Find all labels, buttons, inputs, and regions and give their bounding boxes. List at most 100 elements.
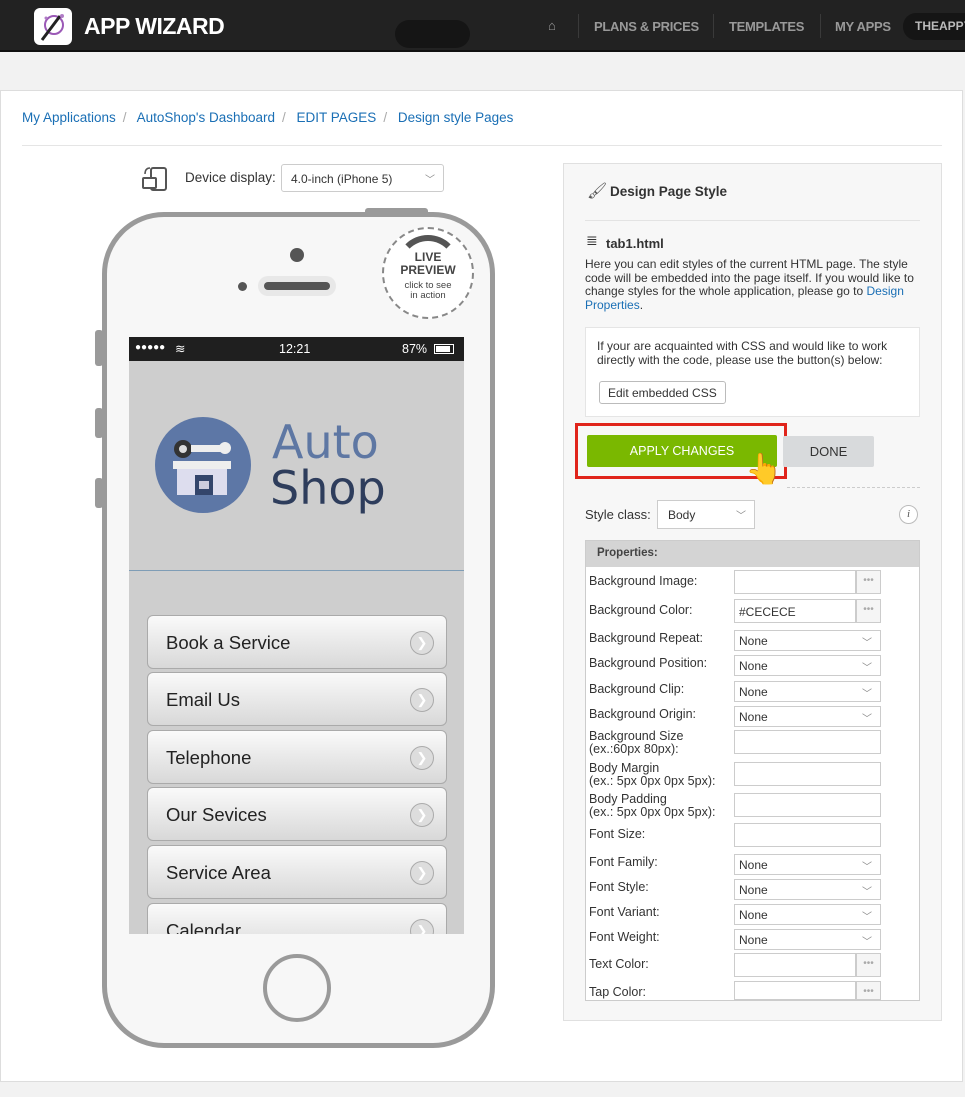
property-select[interactable]: None ﹀ (734, 706, 881, 727)
css-brush-icon: 🖌 (587, 183, 608, 200)
property-label: Background Size (ex.:60px 80px): (589, 729, 684, 756)
app-name[interactable]: APP WIZARD (84, 13, 225, 40)
property-select[interactable]: None ﹀ (734, 681, 881, 702)
property-input[interactable] (734, 981, 856, 1000)
edit-embedded-css-button[interactable]: Edit embedded CSS (599, 381, 726, 404)
chevron-right-icon: ❯ (410, 803, 434, 827)
breadcrumb-design-style-pages[interactable]: Design style Pages (398, 110, 514, 125)
property-label: Background Color: (589, 603, 693, 617)
property-input[interactable]: #CECECE (734, 599, 856, 623)
top-navbar: APP WIZARD ⌂ PLANS & PRICES TEMPLATES MY… (0, 0, 965, 52)
phone-speaker (258, 276, 336, 296)
property-input[interactable] (734, 793, 881, 817)
device-display-value: 4.0-inch (iPhone 5) (291, 172, 393, 186)
menu-service-area[interactable]: Service Area ❯ (147, 845, 447, 899)
header-divider (129, 570, 464, 571)
breadcrumb-edit-pages[interactable]: EDIT PAGES (297, 110, 377, 125)
property-label: Background Repeat: (589, 631, 703, 645)
divider (585, 220, 920, 221)
panel-title: Design Page Style (610, 184, 728, 199)
chevron-down-icon: ﹀ (862, 638, 872, 649)
chevron-right-icon: ❯ (410, 688, 434, 712)
property-label: Background Origin: (589, 707, 697, 721)
property-label: Text Color: (589, 957, 649, 971)
done-button[interactable]: DONE (783, 436, 874, 467)
status-time: 12:21 (279, 342, 311, 356)
style-class-label: Style class: (585, 507, 651, 522)
property-input[interactable] (734, 823, 881, 847)
signal-icon: ●●●●● (135, 342, 166, 353)
autoshop-logo-icon (155, 417, 251, 513)
menu-calendar[interactable]: Calendar ❯ (147, 903, 447, 934)
user-menu[interactable]: THEAPPY (903, 13, 965, 40)
menu-book-service[interactable]: Book a Service ❯ (147, 615, 447, 669)
battery-icon (434, 344, 454, 354)
properties-header: Properties: (586, 541, 919, 567)
chevron-down-icon: ﹀ (736, 511, 746, 522)
property-input[interactable] (734, 953, 856, 977)
breadcrumb-dashboard[interactable]: AutoShop's Dashboard (137, 110, 275, 125)
nav-plans-prices[interactable]: PLANS & PRICES (594, 19, 699, 34)
device-rotate-icon[interactable] (141, 164, 169, 197)
menu-telephone[interactable]: Telephone ❯ (147, 730, 447, 784)
status-battery: 87% (402, 342, 428, 356)
chevron-right-icon: ❯ (410, 919, 434, 934)
property-label: Font Style: (589, 880, 649, 894)
chevron-right-icon: ❯ (410, 746, 434, 770)
chevron-down-icon: ﹀ (862, 887, 872, 898)
chevron-down-icon: ﹀ (862, 937, 872, 948)
property-label: Background Image: (589, 574, 698, 588)
hand-cursor-icon: 👆 (745, 453, 783, 486)
color-picker-button[interactable]: ••• (856, 981, 881, 1000)
property-input[interactable] (734, 762, 881, 786)
breadcrumb: My Applications / AutoShop's Dashboard / E… (22, 110, 514, 125)
property-select[interactable]: None ﹀ (734, 904, 881, 925)
device-display-label: Device display: (185, 170, 276, 185)
property-label: Font Weight: (589, 930, 660, 944)
chevron-down-icon: ﹀ (862, 663, 872, 674)
breadcrumb-my-applications[interactable]: My Applications (22, 110, 116, 125)
property-select[interactable]: None ﹀ (734, 854, 881, 875)
phone-sensor (238, 282, 247, 291)
color-picker-button[interactable]: ••• (856, 570, 881, 594)
phone-home-button (263, 954, 331, 1022)
property-input[interactable] (734, 730, 881, 754)
menu-email-us[interactable]: Email Us ❯ (147, 672, 447, 726)
app-wizard-logo-icon[interactable] (34, 8, 72, 45)
live-preview-badge[interactable]: LIVE PREVIEW click to see in action (382, 227, 474, 319)
nav-my-apps[interactable]: MY APPS (835, 19, 891, 34)
property-label: Font Size: (589, 827, 646, 841)
property-label: Font Family: (589, 855, 658, 869)
css-note: If your are acquainted with CSS and woul… (597, 339, 888, 367)
property-select[interactable]: None ﹀ (734, 630, 881, 651)
logo-text-auto: Auto (272, 415, 379, 469)
property-select[interactable]: None ﹀ (734, 655, 881, 676)
info-icon[interactable]: i (899, 505, 918, 524)
property-input[interactable] (734, 570, 856, 594)
redacted-area (395, 20, 470, 48)
panel-description: Here you can edit styles of the current … (585, 257, 914, 312)
chevron-down-icon: ﹀ (425, 175, 435, 186)
property-select[interactable]: None ﹀ (734, 879, 881, 900)
color-picker-button[interactable]: ••• (856, 953, 881, 977)
property-label: Tap Color: (589, 985, 646, 999)
chevron-down-icon: ﹀ (862, 862, 872, 873)
wifi-icon: ≋ (175, 342, 186, 356)
property-label: Body Padding (ex.: 5px 0px 0px 5px): (589, 792, 716, 819)
property-select[interactable]: None ﹀ (734, 929, 881, 950)
property-label: Font Variant: (589, 905, 660, 919)
nav-templates[interactable]: TEMPLATES (729, 19, 804, 34)
color-picker-button[interactable]: ••• (856, 599, 881, 623)
chevron-down-icon: ﹀ (862, 912, 872, 923)
chevron-right-icon: ❯ (410, 631, 434, 655)
css-box: If your are acquainted with CSS and woul… (585, 327, 920, 417)
device-display-select[interactable]: 4.0-inch (iPhone 5) ﹀ (281, 164, 444, 192)
chevron-down-icon: ﹀ (862, 714, 872, 725)
property-label: Background Position: (589, 656, 708, 670)
file-name: tab1.html (606, 236, 664, 251)
menu-our-services[interactable]: Our Sevices ❯ (147, 787, 447, 841)
home-icon[interactable]: ⌂ (548, 18, 556, 33)
style-class-select[interactable]: Body ﹀ (657, 500, 755, 529)
property-label: Body Margin (ex.: 5px 0px 0px 5px): (589, 761, 716, 788)
chevron-right-icon: ❯ (410, 861, 434, 885)
